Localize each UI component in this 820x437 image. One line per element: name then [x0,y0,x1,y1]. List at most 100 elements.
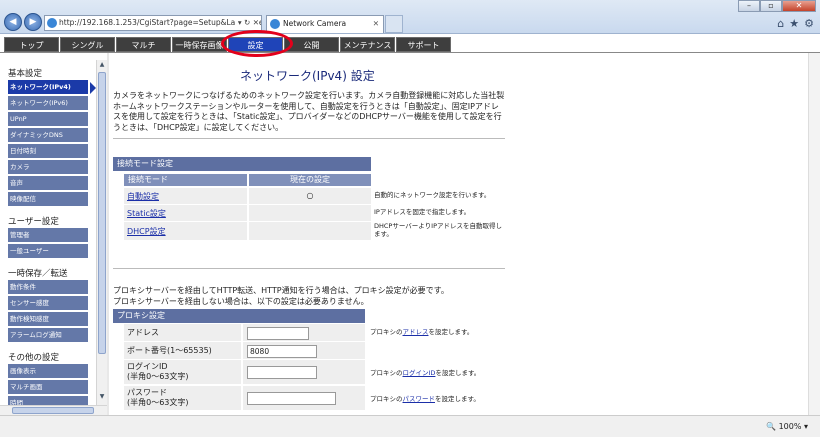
home-icon[interactable]: ⌂ [777,17,784,30]
close-window-button[interactable]: ✕ [782,0,816,12]
dhcp-setting-desc: DHCPサーバーよりIPアドレスを自動取得します。 [374,222,502,238]
scroll-down-icon[interactable]: ▼ [98,393,106,403]
current-setting-dhcp [249,222,371,240]
tab-single[interactable]: シングル [60,37,115,52]
back-button[interactable]: ◀ [4,13,22,31]
status-bar: 🔍 100% ▾ [0,415,820,437]
proxy-intro-line1: プロキシサーバーを経由してHTTP転送、HTTP通知を行う場合は、プロキシ設定が… [113,286,449,295]
proxy-address-desc-pre: プロキシの [370,328,403,336]
tab-title: Network Camera [283,19,347,28]
col-mode-header: 接続モード [124,174,247,186]
scroll-thumb[interactable] [98,72,106,354]
sidebar-vertical-scrollbar[interactable]: ▲ ▼ [96,60,107,415]
proxy-login-desc: プロキシのログインIDを設定します。 [370,369,481,378]
zoom-level: 100% [778,422,802,431]
sidebar-item-datetime[interactable]: 日付時刻 [8,144,88,158]
sidebar-item-admin[interactable]: 管理者 [8,228,88,242]
ie-icon [47,18,57,28]
sidebar-item-sensor[interactable]: センサー感度 [8,296,88,310]
forward-button[interactable]: ▶ [24,13,42,31]
proxy-login-input[interactable] [247,366,317,379]
proxy-port-input[interactable]: 8080 [247,345,317,358]
minimize-button[interactable]: – [738,0,760,12]
tab-temp-images[interactable]: 一時保存画像 [172,37,227,52]
auto-setting-desc: 自動的にネットワーク設定を行います。 [374,191,491,199]
zoom-control[interactable]: 🔍 100% ▾ [766,422,808,431]
static-setting-link[interactable]: Static設定 [127,208,166,219]
page-title: ネットワーク(IPv4) 設定 [240,69,375,83]
sidebar-item-audio[interactable]: 音声 [8,176,88,190]
sidebar-item-general-user[interactable]: 一般ユーザー [8,244,88,258]
sidebar-item-ddns[interactable]: ダイナミックDNS [8,128,88,142]
proxy-port-label: ポート番号(1～65535) [124,342,241,359]
new-tab-button[interactable] [385,15,403,33]
divider [113,138,505,139]
browser-tab[interactable]: Network Camera ✕ [266,15,384,33]
sidebar-item-motion[interactable]: 動作検知感度 [8,312,88,326]
proxy-login-help-link[interactable]: ログインID [403,369,436,377]
proxy-login-desc-pre: プロキシの [370,369,403,377]
main-vertical-scrollbar[interactable] [808,53,820,415]
intro-text: カメラをネットワークにつなげるためのネットワーク設定を行います。カメラ自動登録機… [113,91,505,132]
connection-row-auto: 自動設定 [124,188,247,204]
sidebar-group-temp: 一時保存／転送 [8,269,68,279]
scroll-up-icon[interactable]: ▲ [98,61,106,71]
proxy-password-label: パスワード (半角0～63文字) [124,386,241,410]
url-text: http://192.168.1.253/CgiStart?page=Setup… [59,18,262,27]
sidebar-item-network-ipv4[interactable]: ネットワーク(IPv4) [8,80,88,94]
sidebar-item-multi-screen[interactable]: マルチ画面 [8,380,88,394]
favorites-star-icon[interactable]: ★ [789,17,799,30]
static-setting-desc: IPアドレスを固定で指定します。 [374,208,471,216]
frame-divider [107,53,109,415]
sidebar-item-upnp[interactable]: UPnP [8,112,88,126]
proxy-address-desc-post: を設定します。 [428,328,474,336]
maximize-button[interactable]: ▫ [760,0,782,12]
tab-top[interactable]: トップ [4,37,59,52]
proxy-password-help-link[interactable]: パスワード [403,395,436,403]
proxy-address-help-link[interactable]: アドレス [403,328,429,336]
gear-icon[interactable]: ⚙ [804,17,814,30]
proxy-address-input[interactable] [247,327,309,340]
connection-row-static: Static設定 [124,205,247,221]
proxy-login-desc-post: を設定します。 [435,369,481,377]
sidebar-group-other: その他の設定 [8,353,60,363]
proxy-login-label: ログインID (半角0～63文字) [124,360,241,384]
sidebar-group-basic: 基本設定 [8,69,43,79]
address-bar[interactable]: http://192.168.1.253/CgiStart?page=Setup… [44,15,262,31]
current-setting-auto: ○ [249,188,371,204]
proxy-password-desc-pre: プロキシの [370,395,403,403]
tab-support[interactable]: サポート [396,37,451,52]
connection-mode-header: 接続モード設定 [113,157,371,171]
sidebar-item-camera[interactable]: カメラ [8,160,88,174]
sidebar-item-network-ipv6[interactable]: ネットワーク(IPv6) [8,96,88,110]
col-current-header: 現在の設定 [249,174,371,186]
address-tools[interactable]: ▾ ↻ ✕ [234,16,259,30]
scroll-thumb[interactable] [12,407,94,414]
sidebar-item-image-display[interactable]: 画像表示 [8,364,88,378]
highlight-ring [221,30,293,57]
browser-chrome: – ▫ ✕ ◀ ▶ http://192.168.1.253/CgiStart?… [0,0,820,34]
proxy-settings-header: プロキシ設定 [113,309,365,323]
close-tab-icon[interactable]: ✕ [373,16,379,32]
top-navigation: トップ シングル マルチ 一時保存画像 設定 公開 メンテナンス サポート [0,35,820,53]
auto-setting-link[interactable]: 自動設定 [127,191,159,202]
sidebar-horizontal-scrollbar[interactable] [0,405,107,415]
current-setting-static [249,205,371,221]
connection-row-dhcp: DHCP設定 [124,222,247,240]
proxy-address-desc: プロキシのアドレスを設定します。 [370,328,474,337]
sidebar-item-video[interactable]: 映像配信 [8,192,88,206]
sidebar-group-user: ユーザー設定 [8,217,59,227]
proxy-password-desc: プロキシのパスワードを設定します。 [370,395,480,404]
proxy-intro-line2: プロキシサーバーを経由しない場合は、以下の設定は必要ありません。 [113,297,369,306]
browser-tools: ⌂ ★ ⚙ [777,17,814,30]
proxy-password-input[interactable] [247,392,336,405]
window-controls: – ▫ ✕ [738,0,816,12]
sidebar-item-conditions[interactable]: 動作条件 [8,280,88,294]
sidebar: 基本設定 ネットワーク(IPv4) ネットワーク(IPv6) UPnP ダイナミ… [0,60,96,415]
sidebar-item-alarm-log[interactable]: アラームログ通知 [8,328,88,342]
tab-multi[interactable]: マルチ [116,37,171,52]
tab-maintenance[interactable]: メンテナンス [340,37,395,52]
ie-icon [270,19,280,29]
divider [113,268,505,269]
dhcp-setting-link[interactable]: DHCP設定 [127,226,166,237]
